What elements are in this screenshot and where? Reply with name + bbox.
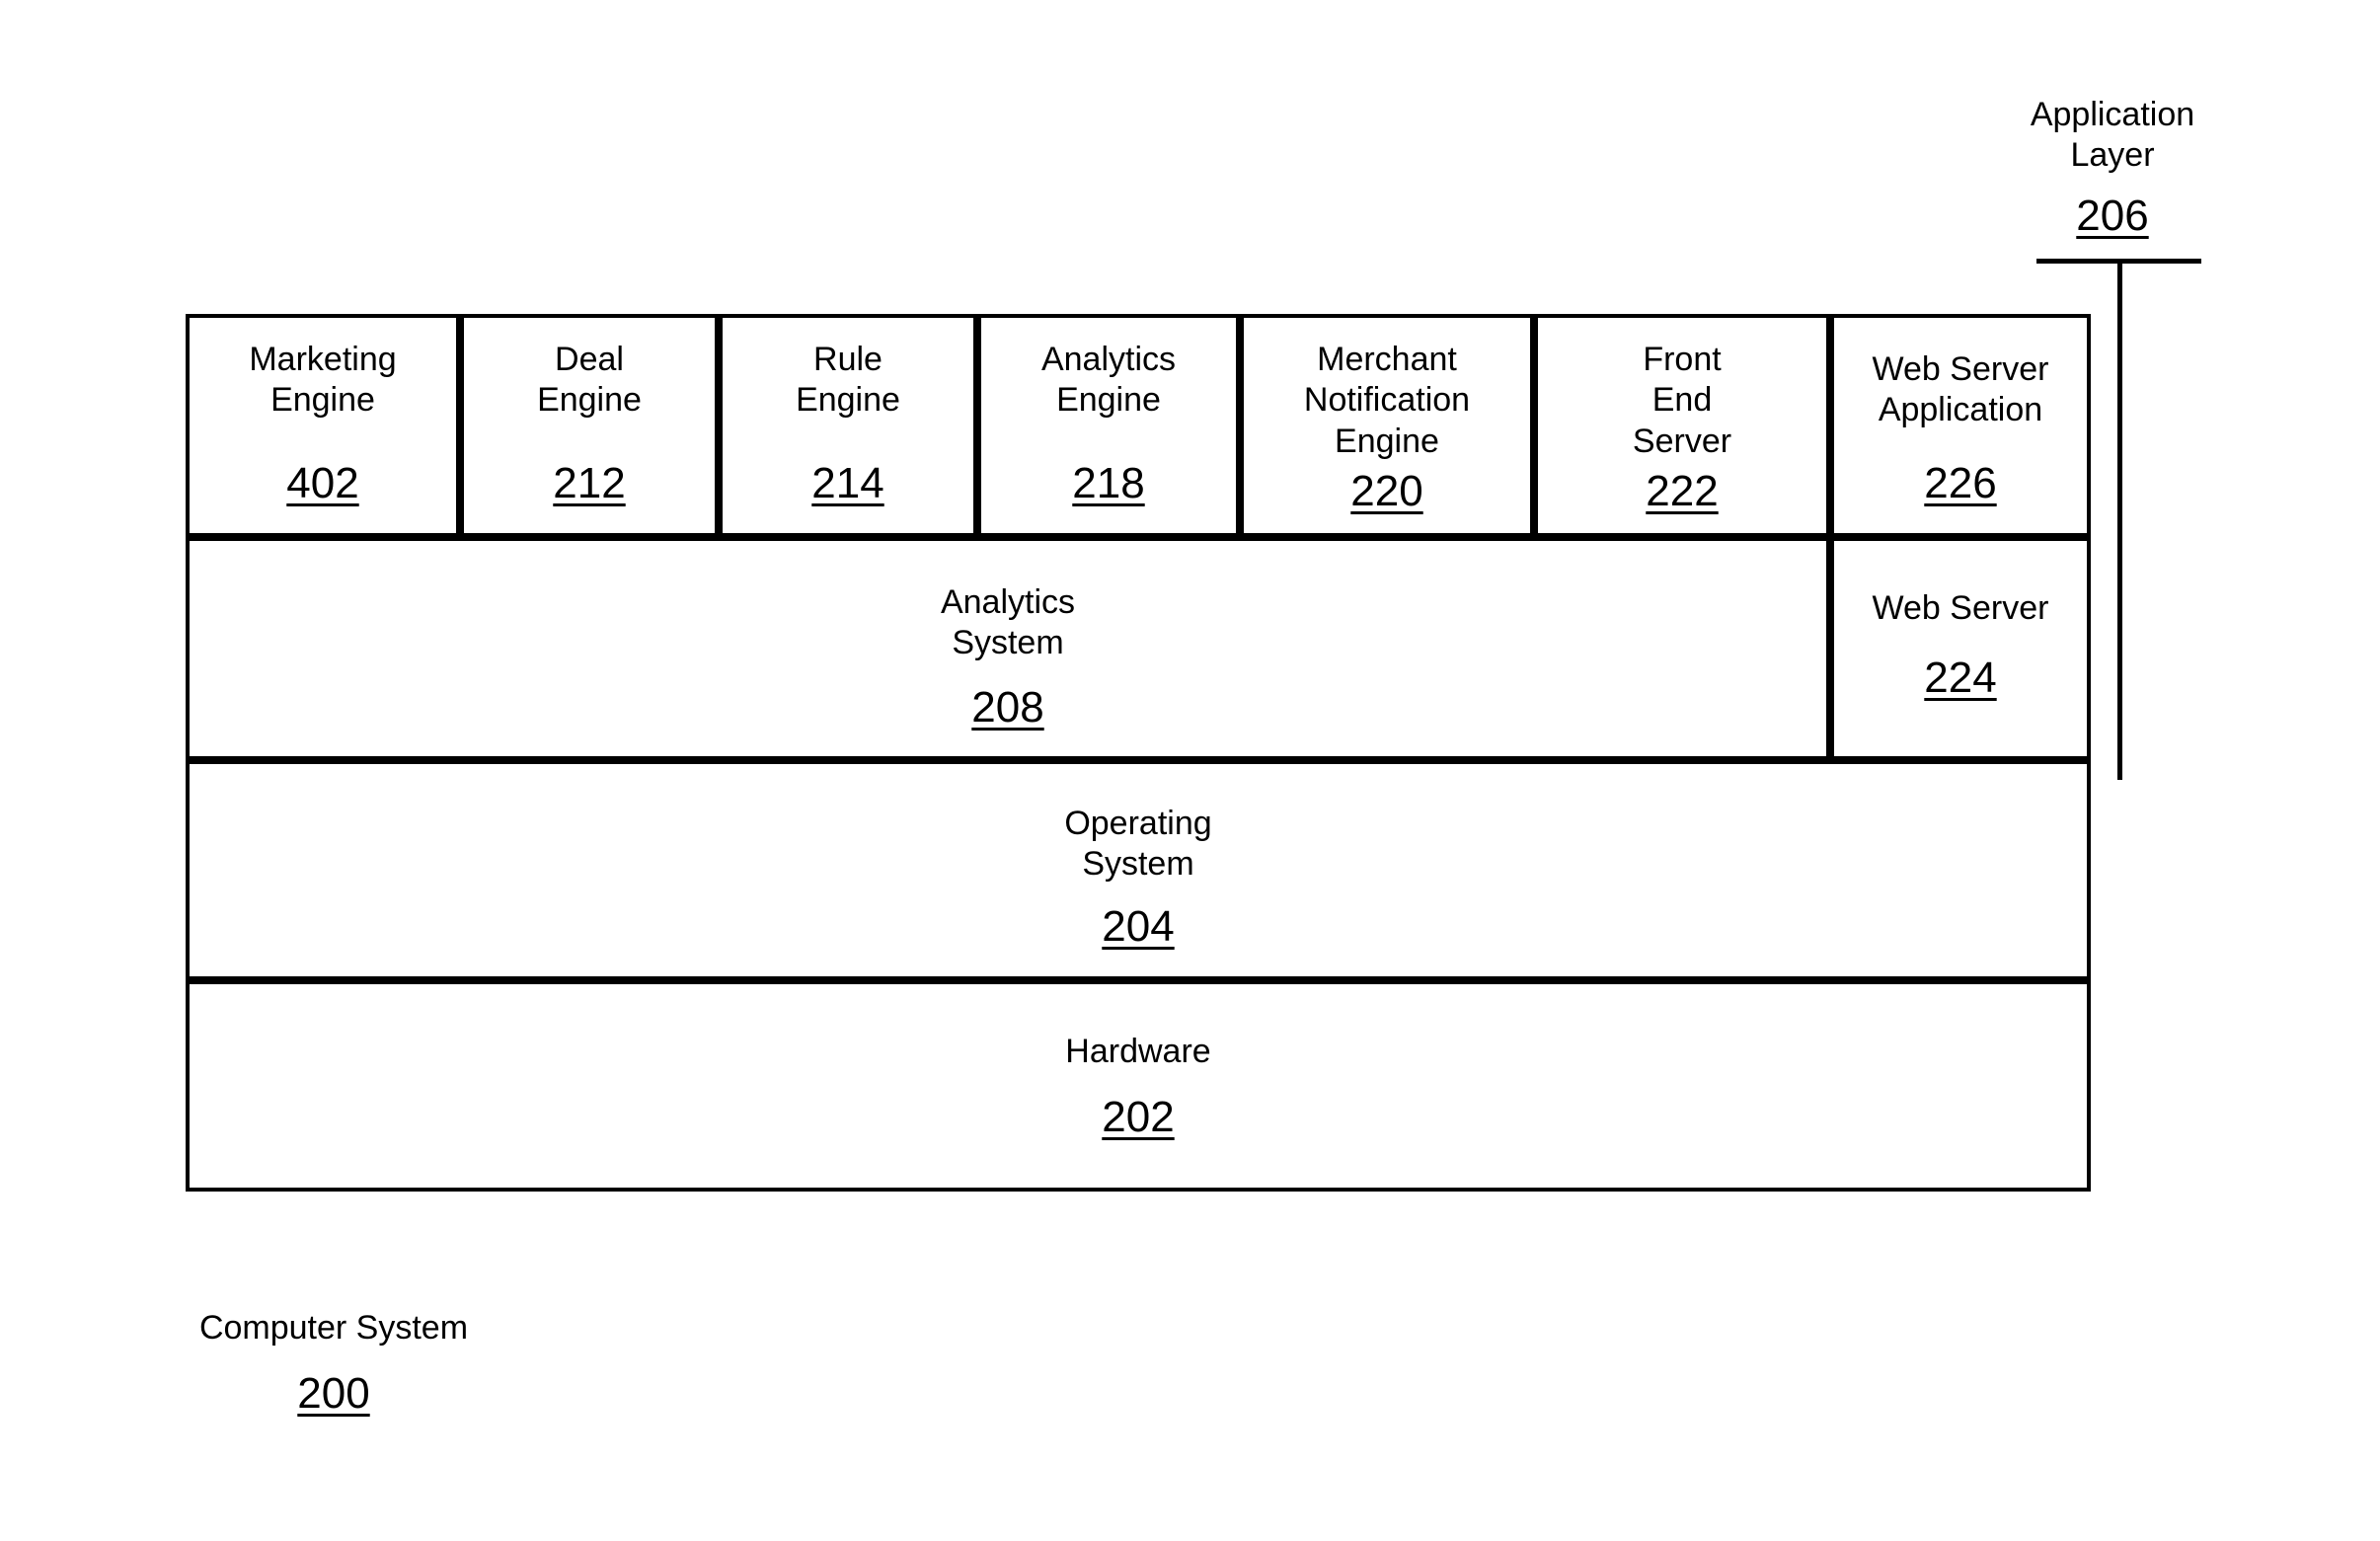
band-analytics-system-reference: 208 [971,682,1044,732]
band-operating-system-reference: 204 [1102,901,1175,951]
band-hardware-reference: 202 [1102,1093,1175,1142]
box-rule-engine-reference: 214 [811,458,884,507]
box-marketing-engine[interactable]: Marketing Engine 402 [186,314,460,537]
band-web-server[interactable]: Web Server 224 [1830,537,2091,760]
computer-system-reference: 200 [297,1369,370,1419]
band-analytics-system-label: Analytics System [940,583,1076,662]
band-web-server-content: Web Server 224 [1834,588,2087,703]
box-rule-engine[interactable]: Rule Engine 214 [719,314,977,537]
box-merchant-notification-engine-reference: 220 [1350,466,1423,515]
computer-system-callout: Computer System 200 [195,1308,472,1419]
box-web-server-application-label: Web Server Application [1872,350,2049,429]
box-web-server-application[interactable]: Web Server Application 226 [1830,314,2091,537]
band-operating-system-content: Operating System 204 [190,804,2087,951]
box-deal-engine[interactable]: Deal Engine 212 [460,314,719,537]
application-layer-callout: Application Layer 206 [1984,95,2241,240]
box-analytics-engine[interactable]: Analytics Engine 218 [977,314,1240,537]
box-deal-engine-label: Deal Engine [537,341,642,420]
application-layer-reference: 206 [2076,191,2149,240]
application-layer-label: Application Layer [2030,96,2195,175]
box-front-end-server-label: Front End Server [1632,341,1732,460]
figure-canvas: Application Layer 206 Marketing Engine 4… [0,0,2380,1541]
box-front-end-server-reference: 222 [1646,466,1719,515]
box-merchant-notification-engine[interactable]: Merchant Notification Engine 220 [1240,314,1534,537]
band-web-server-reference: 224 [1924,654,1997,703]
band-hardware-content: Hardware 202 [190,1032,2087,1142]
band-analytics-system[interactable]: Analytics System 208 [186,537,1830,760]
box-web-server-application-reference: 226 [1924,458,1997,507]
band-analytics-system-content: Analytics System 208 [190,582,1826,732]
box-front-end-server[interactable]: Front End Server 222 [1534,314,1830,537]
box-merchant-notification-engine-label: Merchant Notification Engine [1303,341,1471,460]
band-web-server-label: Web Server [1872,589,2049,627]
band-operating-system[interactable]: Operating System 204 [186,760,2091,980]
band-hardware[interactable]: Hardware 202 [186,980,2091,1192]
application-layer-bracket-vertical [2117,259,2122,780]
box-rule-engine-label: Rule Engine [796,341,900,420]
band-operating-system-label: Operating System [1064,805,1212,884]
computer-system-label: Computer System [198,1309,469,1347]
box-marketing-engine-reference: 402 [286,458,359,507]
box-analytics-engine-label: Analytics Engine [1040,341,1177,420]
band-hardware-label: Hardware [1065,1033,1211,1070]
box-deal-engine-reference: 212 [553,458,626,507]
box-marketing-engine-label: Marketing Engine [249,341,397,420]
box-analytics-engine-reference: 218 [1072,458,1145,507]
